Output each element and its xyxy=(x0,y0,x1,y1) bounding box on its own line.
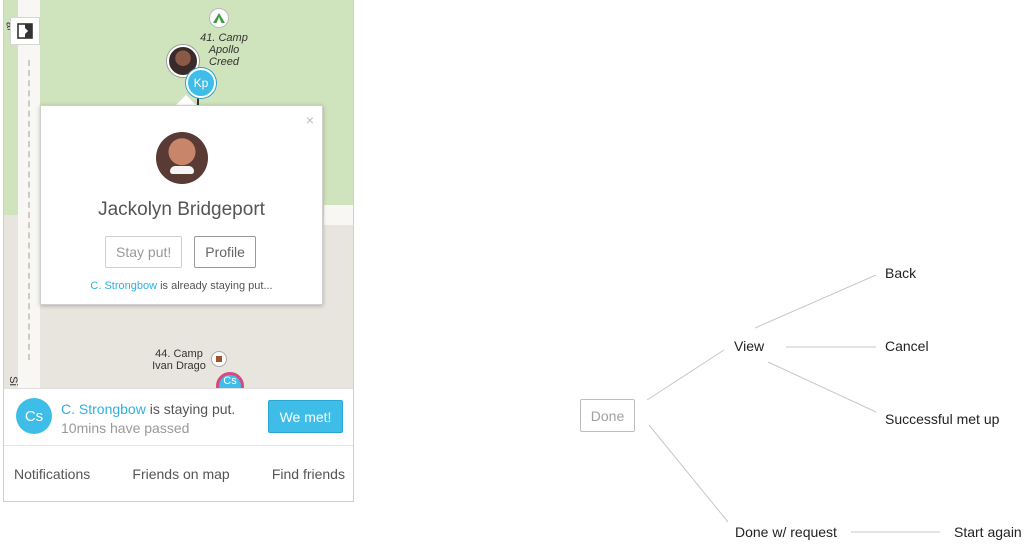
connector-view-success xyxy=(767,361,877,413)
street-label: Si xyxy=(7,376,19,386)
avatar: Cs xyxy=(16,398,52,434)
road xyxy=(324,205,353,225)
friend-name: Jackolyn Bridgeport xyxy=(98,199,265,220)
notification-text: is staying put. xyxy=(145,401,236,417)
start-again-node: Start again xyxy=(954,524,1022,540)
connector-view-back xyxy=(754,274,877,329)
camp-label: 44. Camp Ivan Drago xyxy=(152,348,206,372)
campsite-icon[interactable] xyxy=(209,8,229,28)
connector-done-view xyxy=(646,349,725,401)
exit-map-button[interactable] xyxy=(10,17,40,45)
map-view[interactable]: ai Si 41. Camp Apollo Creed Kp 44. Camp … xyxy=(4,0,353,388)
stay-put-button[interactable]: Stay put! xyxy=(105,236,183,268)
notification-bar: Cs C. Strongbow is staying put. 10mins h… xyxy=(4,388,353,445)
avatar xyxy=(156,132,208,184)
status-text: is already staying put... xyxy=(157,280,273,292)
camp-label: 41. Camp Apollo Creed xyxy=(200,32,248,68)
friend-popup: × Jackolyn Bridgeport Stay put! Profile … xyxy=(40,105,323,305)
popup-pointer xyxy=(176,95,196,105)
notification-message: C. Strongbow is staying put. xyxy=(61,401,235,417)
popup-actions: Stay put! Profile xyxy=(105,236,256,268)
done-node[interactable]: Done xyxy=(580,399,635,432)
road-marking xyxy=(28,60,30,360)
exit-icon xyxy=(17,23,33,39)
phone-mockup: ai Si 41. Camp Apollo Creed Kp 44. Camp … xyxy=(3,0,354,502)
close-icon[interactable]: × xyxy=(306,112,314,128)
done-with-request-node: Done w/ request xyxy=(735,524,837,540)
shop-icon[interactable] xyxy=(211,351,227,367)
tab-bar: Notifications Friends on map Find friend… xyxy=(4,445,353,501)
successful-met-up-node: Successful met up xyxy=(885,411,1000,427)
back-node: Back xyxy=(885,265,917,281)
notification-time: 10mins have passed xyxy=(61,420,190,436)
we-met-button[interactable]: We met! xyxy=(268,400,343,433)
cancel-node: Cancel xyxy=(885,338,929,354)
tab-notifications[interactable]: Notifications xyxy=(14,466,90,482)
friend-marker-kp[interactable]: Kp xyxy=(186,68,216,98)
profile-button[interactable]: Profile xyxy=(194,236,256,268)
tab-find-friends[interactable]: Find friends xyxy=(272,466,345,482)
view-node: View xyxy=(734,338,765,354)
tab-friends-on-map[interactable]: Friends on map xyxy=(132,466,229,482)
friend-link[interactable]: C. Strongbow xyxy=(61,401,146,417)
friend-link[interactable]: C. Strongbow xyxy=(90,280,157,292)
connector-done-request xyxy=(648,424,729,523)
popup-status: C. Strongbow is already staying put... xyxy=(41,280,322,292)
